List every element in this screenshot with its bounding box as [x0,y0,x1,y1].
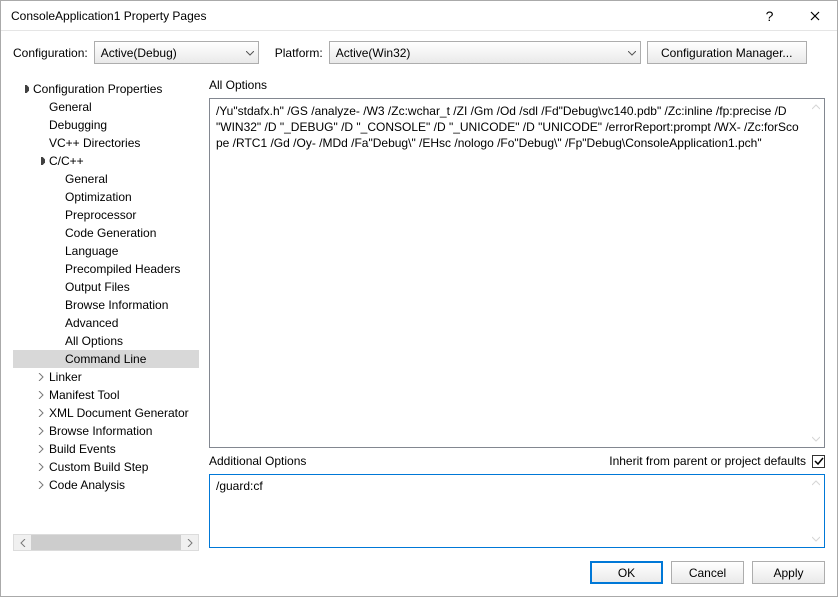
inherit-checkbox[interactable] [812,455,825,468]
dialog-button-row: OK Cancel Apply [1,551,837,596]
chevron-down-icon [246,46,254,60]
tree-item-configuration-properties[interactable]: Configuration Properties [13,80,199,98]
tree-horizontal-scrollbar[interactable] [13,534,199,551]
scrollbar-track[interactable] [31,535,181,550]
tree-panel: Configuration PropertiesGeneralDebugging… [13,76,199,551]
configuration-label: Configuration: [13,46,88,60]
tree-item-vc-directories[interactable]: VC++ Directories [13,134,199,152]
tree-item-browse-information[interactable]: Browse Information [13,422,199,440]
cancel-button[interactable]: Cancel [671,561,744,584]
right-pane: All Options /Yu"stdafx.h" /GS /analyze- … [209,76,825,551]
tree-item-debugging[interactable]: Debugging [13,116,199,134]
config-tree[interactable]: Configuration PropertiesGeneralDebugging… [13,76,199,534]
configuration-combo[interactable]: Active(Debug) [94,41,259,64]
additional-options-value: /guard:cf [216,479,263,493]
tree-item-cpp-output-files[interactable]: Output Files [13,278,199,296]
apply-button[interactable]: Apply [752,561,825,584]
tree-item-code-analysis[interactable]: Code Analysis [13,476,199,494]
tree-item-custom-build-step[interactable]: Custom Build Step [13,458,199,476]
all-options-label: All Options [209,76,825,94]
main-area: Configuration PropertiesGeneralDebugging… [1,72,837,551]
window-title: ConsoleApplication1 Property Pages [11,9,747,23]
all-options-textbox[interactable]: /Yu"stdafx.h" /GS /analyze- /W3 /Zc:wcha… [209,98,825,448]
ok-button[interactable]: OK [590,561,663,584]
tree-item-cpp-all-options[interactable]: All Options [13,332,199,350]
chevron-down-icon [812,535,820,543]
all-options-text: /Yu"stdafx.h" /GS /analyze- /W3 /Zc:wcha… [216,103,818,152]
tree-item-cpp-browse-information[interactable]: Browse Information [13,296,199,314]
platform-combo[interactable]: Active(Win32) [329,41,641,64]
tree-item-cpp-advanced[interactable]: Advanced [13,314,199,332]
tree-item-cpp-code-generation[interactable]: Code Generation [13,224,199,242]
chevron-up-icon [812,479,820,487]
scroll-right-icon[interactable] [181,535,198,550]
close-button[interactable] [792,1,837,31]
configuration-row: Configuration: Active(Debug) Platform: A… [1,31,837,72]
inherit-label: Inherit from parent or project defaults [609,454,806,468]
chevron-down-icon [812,435,820,443]
tree-item-cpp-command-line[interactable]: Command Line [13,350,199,368]
tree-item-general[interactable]: General [13,98,199,116]
platform-label: Platform: [275,46,323,60]
configuration-manager-button[interactable]: Configuration Manager... [647,41,807,64]
scrollbar-thumb[interactable] [31,535,181,550]
titlebar: ConsoleApplication1 Property Pages ? [1,1,837,31]
tree-item-cpp-precompiled-headers[interactable]: Precompiled Headers [13,260,199,278]
checkmark-icon [814,456,824,466]
tree-item-manifest-tool[interactable]: Manifest Tool [13,386,199,404]
additional-options-textbox[interactable]: /guard:cf [209,474,825,548]
tree-item-cpp-preprocessor[interactable]: Preprocessor [13,206,199,224]
scroll-left-icon[interactable] [14,535,31,550]
textbox-scroll-hint [810,101,822,445]
help-button[interactable]: ? [747,1,792,31]
platform-value: Active(Win32) [336,46,411,60]
tree-item-cpp-optimization[interactable]: Optimization [13,188,199,206]
textbox-scroll-hint [810,477,822,545]
tree-item-linker[interactable]: Linker [13,368,199,386]
additional-options-row: Additional Options Inherit from parent o… [209,452,825,470]
tree-item-xml-document-generator[interactable]: XML Document Generator [13,404,199,422]
chevron-down-icon [628,46,636,60]
tree-item-c-cpp[interactable]: C/C++ [13,152,199,170]
additional-options-label: Additional Options [209,452,306,470]
tree-item-cpp-language[interactable]: Language [13,242,199,260]
close-icon [810,11,820,21]
property-pages-dialog: ConsoleApplication1 Property Pages ? Con… [0,0,838,597]
tree-item-build-events[interactable]: Build Events [13,440,199,458]
configuration-value: Active(Debug) [101,46,177,60]
tree-item-cpp-general[interactable]: General [13,170,199,188]
